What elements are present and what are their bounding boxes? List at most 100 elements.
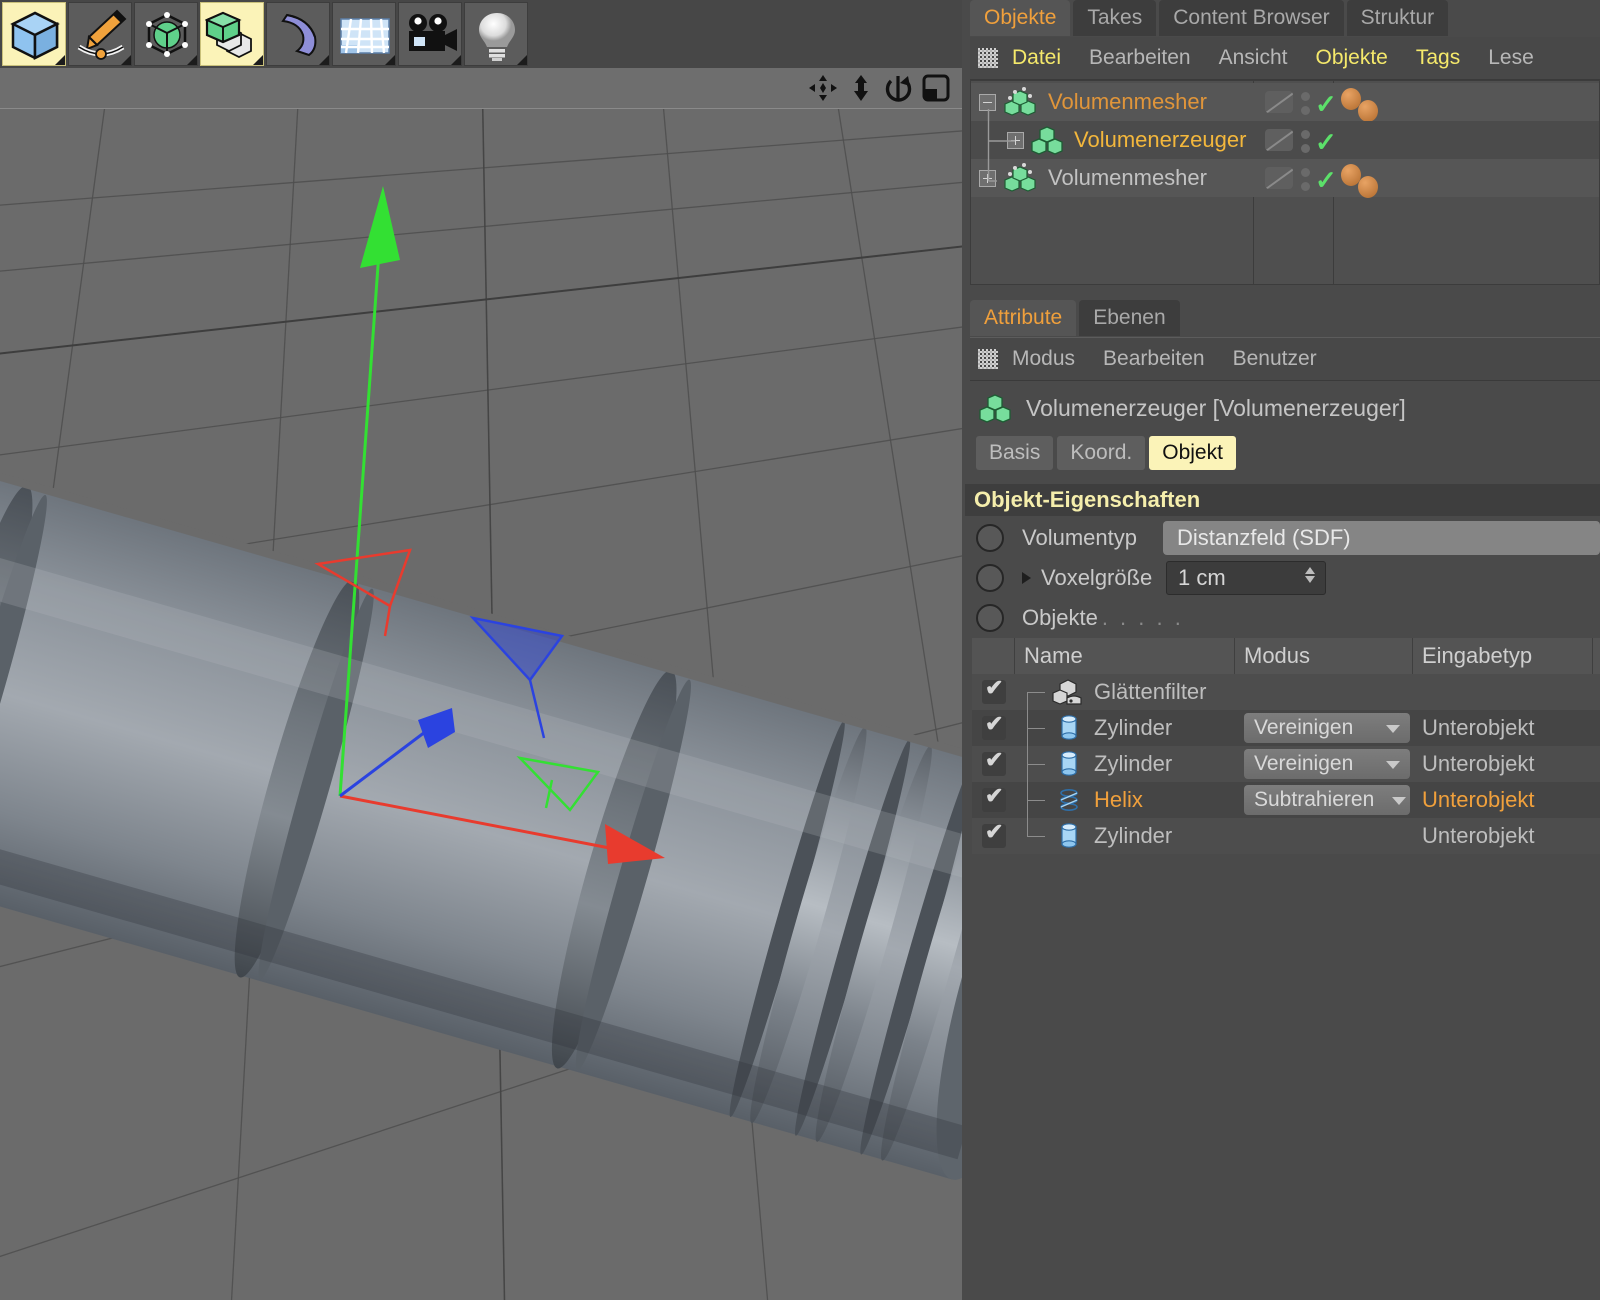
visibility-toggle[interactable] xyxy=(1265,91,1293,113)
subtab-objekt[interactable]: Objekt xyxy=(1149,436,1236,470)
rotate-view-icon[interactable] xyxy=(884,74,912,102)
menu-bearbeiten[interactable]: Bearbeiten xyxy=(1089,46,1191,70)
row-mode-dropdown[interactable]: Vereinigen xyxy=(1244,713,1410,743)
volume-mesher-icon xyxy=(1002,162,1038,194)
cylinder-icon xyxy=(1058,750,1080,778)
tab-ebenen[interactable]: Ebenen xyxy=(1079,300,1179,336)
menu-bearbeiten[interactable]: Bearbeiten xyxy=(1103,347,1205,371)
row-input-type: Unterobjekt xyxy=(1422,751,1535,777)
tree-row[interactable]: Volumenmesher ✓ xyxy=(971,83,1599,121)
tab-struktur[interactable]: Struktur xyxy=(1347,0,1449,36)
tab-content-browser[interactable]: Content Browser xyxy=(1159,0,1343,36)
visibility-toggle[interactable] xyxy=(1265,167,1293,189)
column-header-modus: Modus xyxy=(1234,638,1310,674)
tool-submenu-corner[interactable] xyxy=(517,55,527,65)
row-checkbox[interactable] xyxy=(982,680,1006,704)
move-view-icon[interactable] xyxy=(808,74,838,102)
tree-expander-minus-icon[interactable] xyxy=(979,94,996,111)
scale-view-icon[interactable] xyxy=(848,74,874,102)
visibility-dots[interactable] xyxy=(1301,168,1310,196)
object-manager-menubar: Datei Bearbeiten Ansicht Objekte Tags Le… xyxy=(970,37,1600,80)
table-row[interactable]: Helix Subtrahieren Unterobjekt xyxy=(972,782,1600,818)
attribute-manager-tabs: Attribute Ebenen xyxy=(970,298,1180,336)
toolbar-button-light[interactable] xyxy=(464,2,528,66)
volume-builder-icon xyxy=(1030,125,1064,155)
visibility-dots[interactable] xyxy=(1301,92,1310,120)
volumentyp-value: Distanzfeld (SDF) xyxy=(1177,525,1351,551)
row-name: Glättenfilter xyxy=(1094,679,1207,705)
tool-submenu-corner[interactable] xyxy=(187,55,197,65)
chevron-down-icon xyxy=(1392,797,1406,805)
tab-takes[interactable]: Takes xyxy=(1073,0,1156,36)
table-row[interactable]: Zylinder Vereinigen Unterobjekt xyxy=(972,710,1600,746)
voxelgroesse-input[interactable]: 1 cm xyxy=(1166,561,1326,595)
layout-view-icon[interactable] xyxy=(922,74,950,102)
tree-expander-plus-icon[interactable] xyxy=(979,170,996,187)
row-mode-dropdown[interactable]: Vereinigen xyxy=(1244,749,1410,779)
property-radio-icon[interactable] xyxy=(976,524,1004,552)
chevron-down-icon xyxy=(1386,761,1400,769)
menu-objekte[interactable]: Objekte xyxy=(1315,46,1387,70)
toolbar-button-scene-grid[interactable] xyxy=(332,2,396,66)
attribute-subtabs: Basis Koord. Objekt xyxy=(976,436,1236,470)
menu-tags[interactable]: Tags xyxy=(1416,46,1460,70)
row-checkbox[interactable] xyxy=(982,752,1006,776)
tree-row[interactable]: Volumenerzeuger ✓ xyxy=(971,121,1599,159)
menu-modus[interactable]: Modus xyxy=(1012,347,1075,371)
objects-table[interactable]: Name Modus Eingabetyp Glättenfil xyxy=(972,638,1600,868)
volumentyp-dropdown[interactable]: Distanzfeld (SDF) xyxy=(1163,521,1600,555)
tool-submenu-corner[interactable] xyxy=(385,55,395,65)
attribute-header: Volumenerzeuger [Volumenerzeuger] xyxy=(970,382,1600,434)
table-row[interactable]: Zylinder Unterobjekt xyxy=(972,818,1600,854)
toolbar-button-camera[interactable] xyxy=(398,2,462,66)
toolbar-button-selection-cube[interactable] xyxy=(2,2,66,66)
menu-lesezeichen[interactable]: Lese xyxy=(1488,46,1534,70)
enabled-check-icon[interactable]: ✓ xyxy=(1315,165,1337,196)
menu-grip-icon[interactable] xyxy=(978,48,998,68)
enabled-check-icon[interactable]: ✓ xyxy=(1315,89,1337,120)
table-row[interactable]: Zylinder Vereinigen Unterobjekt xyxy=(972,746,1600,782)
subtab-koord[interactable]: Koord. xyxy=(1057,436,1145,470)
tree-row[interactable]: Volumenmesher ✓ xyxy=(971,159,1599,197)
row-checkbox[interactable] xyxy=(982,824,1006,848)
property-label: Volumentyp xyxy=(1022,525,1137,551)
property-row-objekte: Objekte . . . . . xyxy=(965,598,1600,638)
row-checkbox[interactable] xyxy=(982,788,1006,812)
tool-submenu-corner[interactable] xyxy=(319,55,329,65)
tool-submenu-corner[interactable] xyxy=(451,55,461,65)
table-row[interactable]: Glättenfilter xyxy=(972,674,1600,710)
visibility-toggle[interactable] xyxy=(1265,129,1293,151)
tree-expander-plus-icon[interactable] xyxy=(1007,132,1024,149)
tab-attribute[interactable]: Attribute xyxy=(970,300,1076,336)
tree-label: Volumenerzeuger xyxy=(1074,127,1246,153)
column-header-name: Name xyxy=(1014,638,1083,674)
volume-mesher-icon xyxy=(1002,86,1038,118)
toolbar-button-generator[interactable] xyxy=(200,2,264,66)
subtab-basis[interactable]: Basis xyxy=(976,436,1053,470)
expand-triangle-icon[interactable] xyxy=(1022,572,1031,584)
3d-viewport[interactable] xyxy=(0,68,962,1300)
row-checkbox[interactable] xyxy=(982,716,1006,740)
row-input-type: Unterobjekt xyxy=(1422,787,1535,813)
visibility-dots[interactable] xyxy=(1301,130,1310,158)
toolbar-button-deformer[interactable] xyxy=(266,2,330,66)
property-radio-icon[interactable] xyxy=(976,604,1004,632)
toolbar-button-primitive[interactable] xyxy=(134,2,198,66)
row-mode-dropdown[interactable]: Subtrahieren xyxy=(1244,785,1410,815)
toolbar-button-pen[interactable] xyxy=(68,2,132,66)
voxelgroesse-stepper[interactable] xyxy=(1305,567,1315,583)
object-tree[interactable]: Volumenmesher ✓ xyxy=(970,80,1600,285)
enabled-check-icon[interactable]: ✓ xyxy=(1315,127,1337,158)
menu-datei[interactable]: Datei xyxy=(1012,46,1061,70)
tab-objekte[interactable]: Objekte xyxy=(970,0,1070,36)
cylinder-icon xyxy=(1058,822,1080,850)
tool-submenu-corner[interactable] xyxy=(121,55,131,65)
row-input-type: Unterobjekt xyxy=(1422,823,1535,849)
property-radio-icon[interactable] xyxy=(976,564,1004,592)
tool-submenu-corner[interactable] xyxy=(253,55,263,65)
menu-benutzer[interactable]: Benutzer xyxy=(1233,347,1317,371)
menu-grip-icon[interactable] xyxy=(978,349,998,369)
cylinder-icon xyxy=(1058,714,1080,742)
tool-submenu-corner[interactable] xyxy=(55,55,65,65)
menu-ansicht[interactable]: Ansicht xyxy=(1219,46,1288,70)
